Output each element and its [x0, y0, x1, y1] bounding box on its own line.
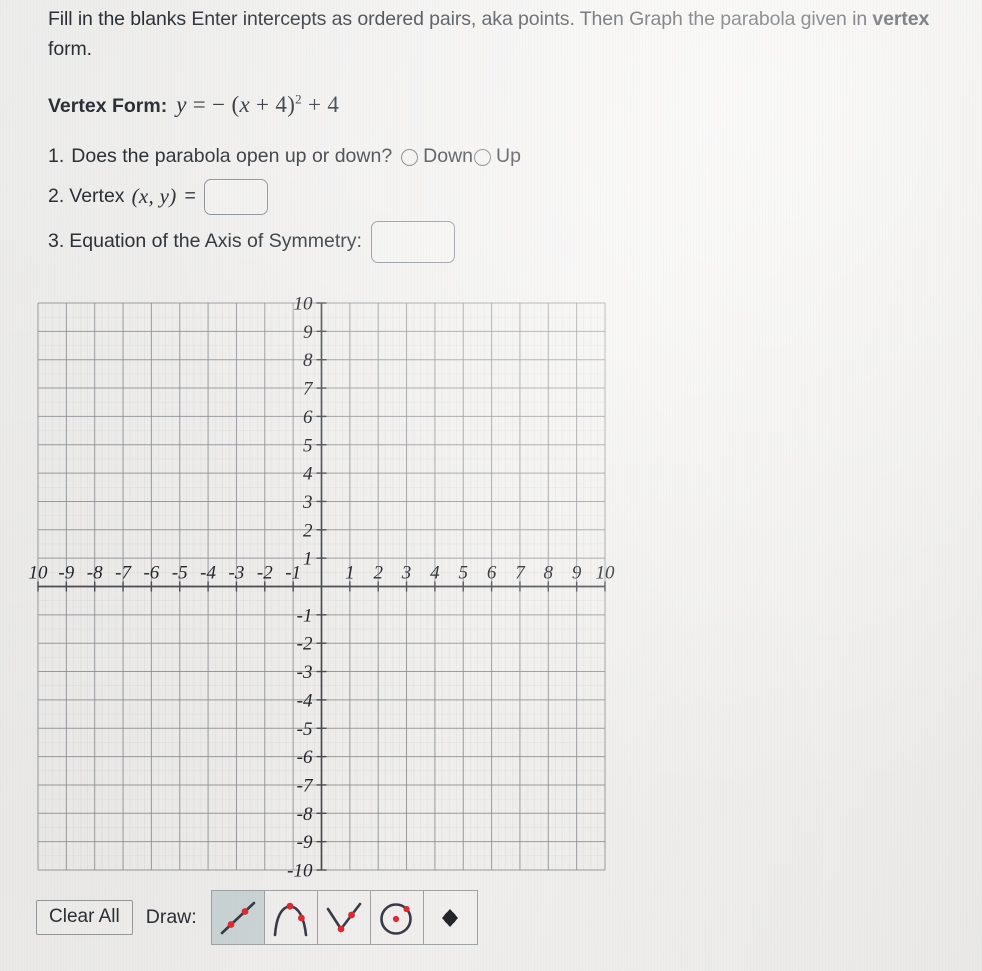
circle-tool-button[interactable]	[370, 891, 424, 944]
y-axis-tick-label: 6	[303, 407, 313, 428]
y-axis-tick-label: -1	[297, 605, 313, 626]
prompt-bold-word: vertex	[872, 8, 930, 30]
point-tool-button[interactable]	[423, 891, 477, 944]
radio-up[interactable]	[474, 149, 492, 166]
question-2-equals: =	[184, 184, 196, 207]
line-tool-button[interactable]	[211, 891, 265, 944]
tool-palette	[210, 890, 478, 945]
equation-exponent: 2	[295, 91, 302, 107]
x-axis-tick-label: 9	[572, 563, 582, 584]
grid-svg[interactable]: 10 -9 -8 -7 -6 -5 -4 -3 -2 -1 1 2 3 4 5 6 7 8 9 10109876543…	[0, 268, 680, 883]
x-axis-tick-label: 10	[596, 563, 616, 584]
y-axis-tick-label: 10	[294, 294, 314, 315]
draw-toolbar: Clear All Draw:	[36, 890, 478, 945]
vertex-input[interactable]	[203, 179, 268, 215]
draw-label: Draw:	[145, 906, 197, 928]
x-axis-tick-label: -4	[200, 563, 216, 584]
equation-inner-constant: 4	[275, 92, 288, 117]
y-axis-tick-label: 3	[302, 492, 313, 513]
question-2: 2. Vertex (x, y) =	[48, 178, 268, 215]
y-axis-tick-label: 2	[303, 520, 313, 541]
clear-all-button[interactable]: Clear All	[36, 900, 133, 935]
y-axis-tick-label: -10	[287, 861, 313, 882]
problem-statement: Fill in the blanks Enter intercepts as o…	[48, 4, 958, 64]
vertex-form-equation: y = − (x + 4)2 + 4	[176, 92, 339, 118]
y-axis-tick-label: -8	[297, 804, 313, 825]
question-3-number: 3.	[48, 229, 65, 252]
x-axis-tick-label: 4	[430, 563, 440, 584]
question-3: 3. Equation of the Axis of Symmetry:	[48, 220, 455, 263]
x-axis-tick-label: 1	[345, 563, 355, 584]
x-axis-tick-label: 5	[459, 563, 469, 584]
x-axis-tick-label: -8	[87, 563, 103, 584]
y-axis-tick-label: -6	[297, 747, 313, 768]
x-axis-tick-label: -3	[229, 563, 245, 584]
y-axis-tick-label: 4	[303, 464, 313, 485]
x-axis-tick-label: 8	[544, 563, 554, 584]
x-axis-tick-label: -6	[143, 563, 159, 584]
question-1: 1. Does the parabola open up or down? Do…	[48, 145, 522, 168]
vertex-form-label: Vertex Form:	[48, 95, 168, 117]
y-axis-tick-label: 7	[303, 379, 314, 400]
absolute-value-tool-button[interactable]	[317, 891, 371, 944]
y-axis-tick-label: -3	[297, 662, 313, 683]
question-2-text: Vertex	[69, 184, 125, 207]
question-3-text: Equation of the Axis of Symmetry:	[69, 229, 362, 252]
x-axis-tick-label: -5	[172, 563, 188, 584]
x-axis-tick-label: 7	[515, 563, 526, 584]
y-axis-tick-label: 1	[303, 549, 313, 570]
question-1-number: 1.	[48, 145, 65, 167]
equation-outer-constant: 4	[327, 92, 340, 117]
radio-up-label: Up	[496, 145, 521, 167]
radio-down[interactable]	[401, 149, 419, 166]
circle-icon	[379, 902, 412, 935]
question-2-number: 2.	[48, 184, 65, 207]
equation-x: x	[239, 92, 250, 117]
radio-down-label: Down	[423, 145, 474, 167]
question-2-math: (x, y)	[131, 183, 177, 208]
parabola-icon	[273, 902, 307, 936]
coordinate-grid[interactable]: 10 -9 -8 -7 -6 -5 -4 -3 -2 -1 1 2 3 4 5 6 7 8 9 10 10 9 8 7 6 5 4 3…	[0, 268, 680, 883]
equation-plus: +	[256, 92, 270, 117]
question-1-text: Does the parabola open up or down?	[71, 145, 393, 167]
x-axis-tick-label: -1	[285, 563, 301, 584]
absolute-value-icon	[326, 902, 361, 932]
y-axis-tick-label: -7	[297, 775, 314, 796]
axis-of-symmetry-input[interactable]	[370, 221, 455, 263]
y-axis-tick-label: -2	[297, 634, 313, 655]
line-icon	[220, 901, 255, 934]
prompt-text-part1: Fill in the blanks Enter intercepts as o…	[48, 8, 873, 30]
x-axis-tick-label: 2	[373, 563, 383, 584]
y-axis-tick-label: 9	[303, 322, 313, 343]
y-axis-tick-label: -9	[297, 832, 313, 853]
equation-minus: −	[212, 92, 226, 117]
equation-close-paren: )	[287, 92, 296, 117]
equation-plus-2: +	[308, 92, 322, 117]
x-axis-tick-label: -9	[58, 563, 74, 584]
x-axis-tick-label: 6	[487, 563, 497, 584]
y-axis-tick-label: 8	[303, 350, 313, 371]
point-icon	[442, 908, 459, 927]
x-axis-tick-label: -7	[115, 563, 132, 584]
parabola-tool-button[interactable]	[264, 891, 318, 944]
equation-y: y	[176, 92, 187, 117]
vertex-form-line: Vertex Form: y = − (x + 4)2 + 4	[48, 92, 339, 118]
y-axis-tick-label: -4	[297, 690, 313, 711]
y-axis-tick-label: -5	[297, 719, 313, 740]
y-axis-tick-label: 5	[303, 435, 313, 456]
x-axis-tick-label: -2	[257, 563, 273, 584]
prompt-text-part2: form.	[48, 38, 92, 60]
x-axis-tick-label: 10	[29, 563, 49, 584]
x-axis-tick-label: 3	[401, 563, 412, 584]
equation-equals: =	[192, 92, 207, 117]
